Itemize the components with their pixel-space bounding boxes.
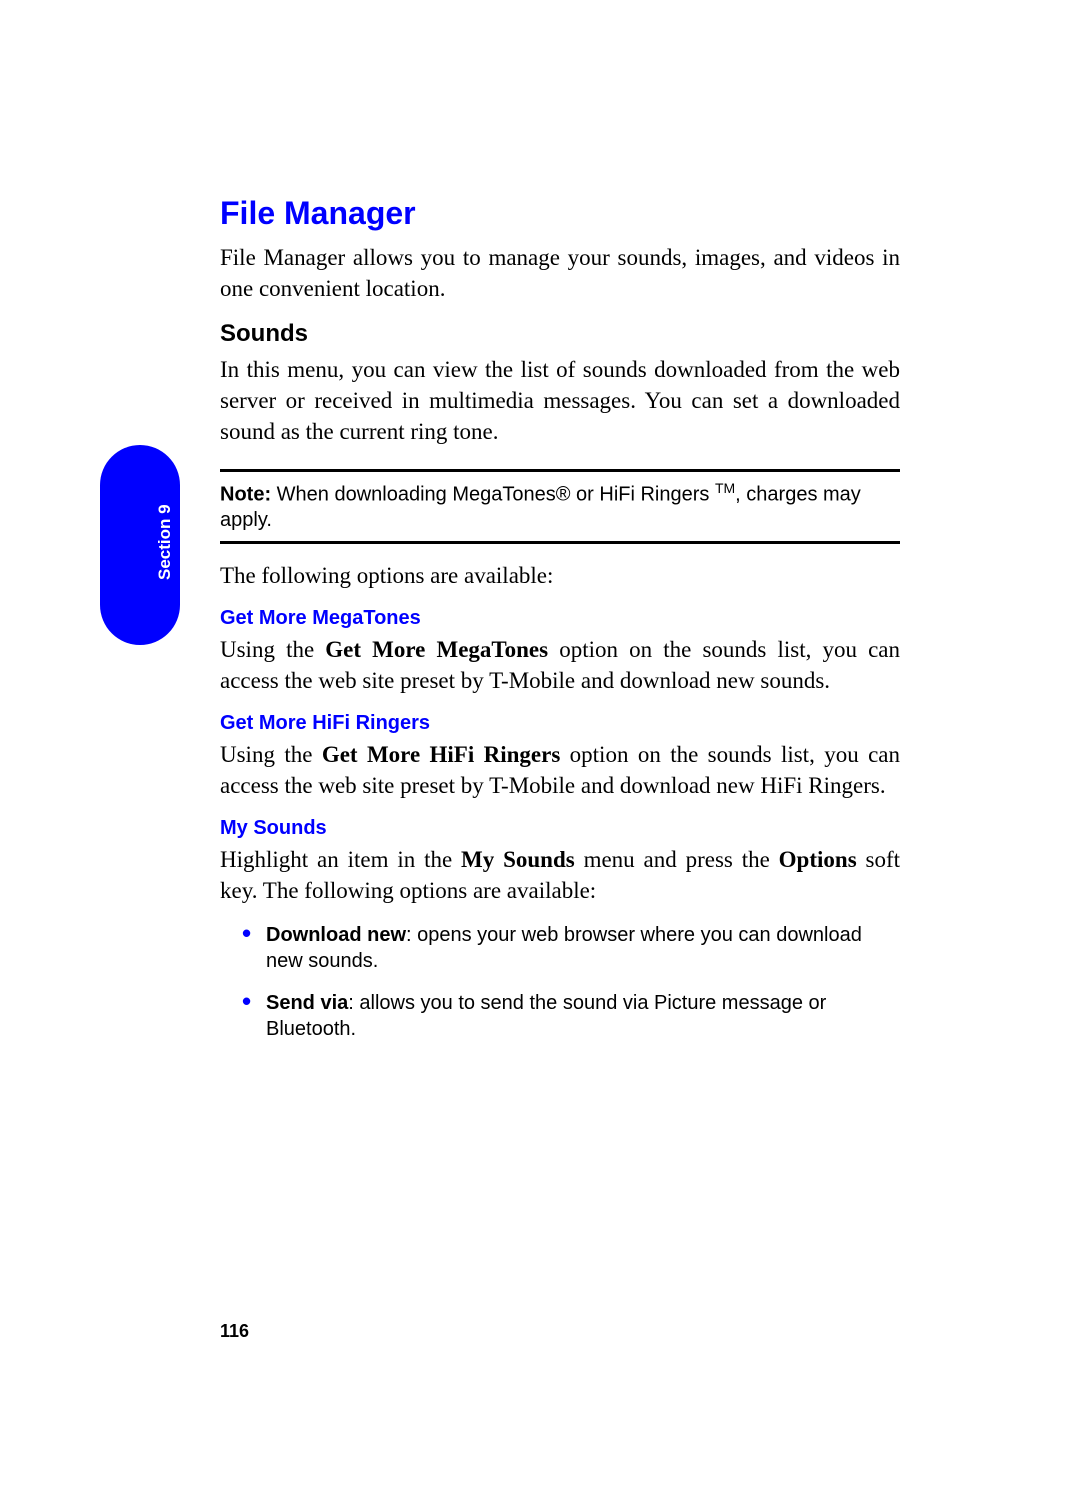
section-tab-label: Section 9: [155, 504, 175, 580]
bold-text: My Sounds: [461, 847, 575, 872]
document-page: Section 9 File Manager File Manager allo…: [0, 0, 1080, 1492]
note-tm: TM: [715, 480, 735, 496]
paragraph-hifi: Using the Get More HiFi Ringers option o…: [220, 739, 900, 801]
note-label: Note:: [220, 484, 271, 506]
bullet-list: Download new: opens your web browser whe…: [242, 922, 900, 1042]
paragraph-following-options: The following options are available:: [220, 560, 900, 591]
bold-text: Get More HiFi Ringers: [322, 742, 560, 767]
page-number: 116: [220, 1321, 249, 1342]
text: Using the: [220, 637, 325, 662]
text: menu and press the: [575, 847, 779, 872]
list-item: Download new: opens your web browser whe…: [242, 922, 900, 974]
list-item-title: Download new: [266, 924, 406, 946]
list-item-desc: : allows you to send the sound via Pictu…: [266, 992, 826, 1040]
paragraph-my-sounds: Highlight an item in the My Sounds menu …: [220, 844, 900, 906]
note-box: Note: When downloading MegaTones® or HiF…: [220, 469, 900, 544]
list-item: Send via: allows you to send the sound v…: [242, 990, 900, 1042]
paragraph-intro: File Manager allows you to manage your s…: [220, 242, 900, 304]
heading-sounds: Sounds: [220, 320, 900, 348]
paragraph-megatones: Using the Get More MegaTones option on t…: [220, 634, 900, 696]
paragraph-sounds: In this menu, you can view the list of s…: [220, 354, 900, 447]
heading-get-more-megatones: Get More MegaTones: [220, 607, 900, 630]
text: Highlight an item in the: [220, 847, 461, 872]
note-text-1: When downloading MegaTones® or HiFi Ring…: [271, 484, 715, 506]
heading-my-sounds: My Sounds: [220, 817, 900, 840]
bold-text: Get More MegaTones: [325, 637, 548, 662]
heading-file-manager: File Manager: [220, 195, 900, 232]
heading-get-more-hifi-ringers: Get More HiFi Ringers: [220, 712, 900, 735]
list-item-title: Send via: [266, 992, 348, 1014]
page-content: File Manager File Manager allows you to …: [220, 195, 900, 1058]
bold-text: Options: [779, 847, 857, 872]
text: Using the: [220, 742, 322, 767]
